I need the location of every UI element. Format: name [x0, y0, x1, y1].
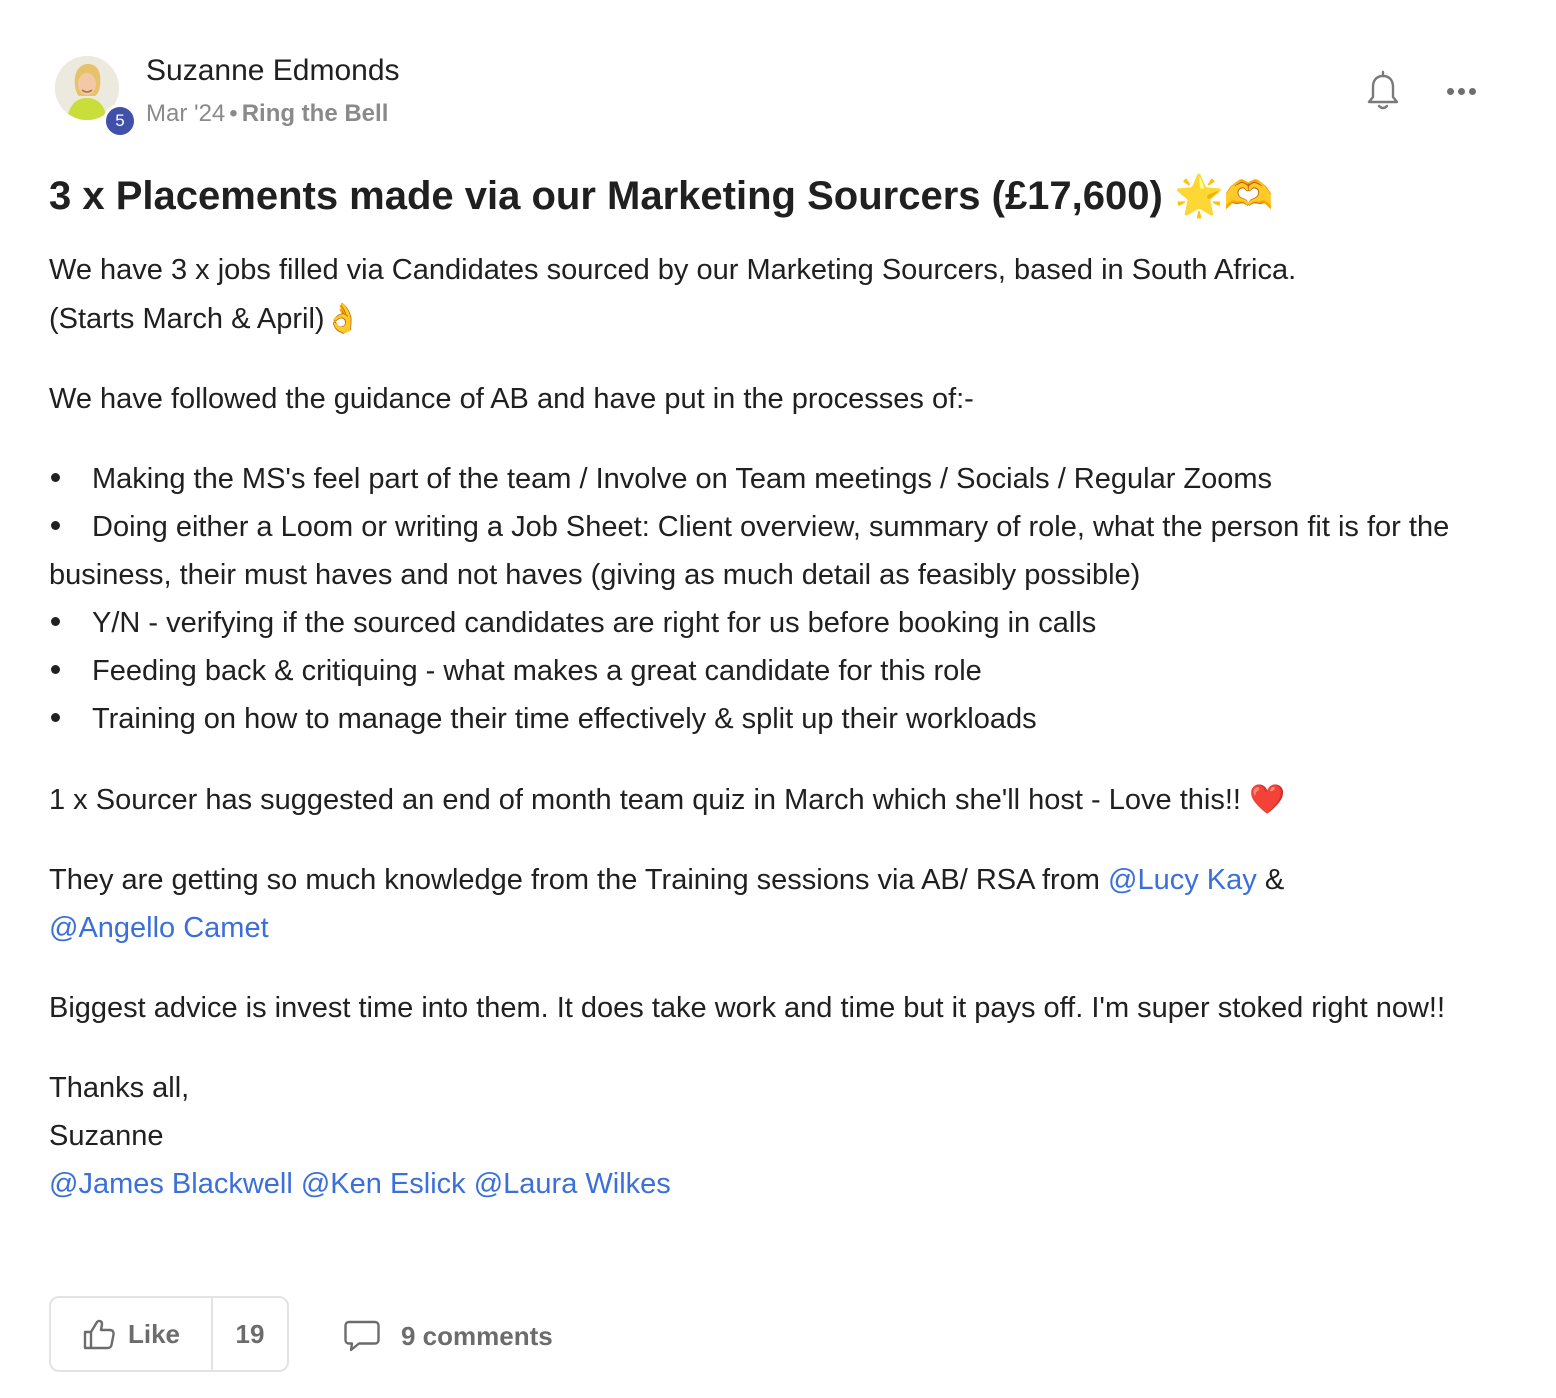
post-meta: Mar '24 • Ring the Bell [146, 100, 388, 128]
signoff-line-1: Thanks all, [49, 1072, 190, 1104]
ok-hand-emoji: 👌 [324, 301, 361, 335]
mention-laura-wilkes[interactable]: @Laura Wilkes [474, 1168, 671, 1200]
list-item-text: Doing either a Loom or writing a Job She… [49, 511, 1450, 591]
mention-james-blackwell[interactable]: @James Blackwell [49, 1168, 293, 1200]
more-icon[interactable] [1445, 78, 1485, 106]
level-badge: 5 [103, 104, 137, 138]
bell-icon[interactable] [1365, 70, 1401, 114]
paragraph-1: We have 3 x jobs filled via Candidates s… [49, 246, 1489, 343]
post-footer: Like 19 9 comments [49, 1296, 749, 1376]
comment-icon [344, 1320, 380, 1352]
like-box: Like 19 [49, 1296, 289, 1372]
list-item-text: Training on how to manage their time eff… [92, 703, 1037, 735]
like-count[interactable]: 19 [213, 1298, 287, 1370]
comments-link[interactable]: 9 comments [343, 1316, 553, 1356]
signoff: Thanks all, Suzanne @James Blackwell @Ke… [49, 1064, 1489, 1208]
like-label: Like [127, 1318, 181, 1349]
heart-emoji: ❤️ [1249, 782, 1286, 816]
paragraph-2: We have followed the guidance of AB and … [49, 383, 974, 415]
paragraph-3: 1 x Sourcer has suggested an end of mont… [49, 775, 1489, 824]
list-item: Doing either a Loom or writing a Job She… [49, 503, 1489, 599]
post-card: 5 Suzanne Edmonds Mar '24 • Ring the Bell … [49, 50, 1489, 1240]
meta-separator: • [229, 100, 238, 127]
paragraph-4: They are getting so much knowledge from … [49, 856, 1489, 952]
list-item: Training on how to manage their time eff… [49, 695, 1489, 743]
post-title: 3 x Placements made via our Marketing So… [49, 170, 1489, 222]
paragraph-4-amp: & [1264, 864, 1285, 896]
post-category[interactable]: Ring the Bell [242, 100, 389, 127]
title-emoji: 🌟🫶 [1173, 173, 1274, 219]
paragraph-1-line-1: We have 3 x jobs filled via Candidates s… [49, 254, 1297, 286]
post-body: We have 3 x jobs filled via Candidates s… [49, 246, 1489, 1208]
mention-angello-camet[interactable]: @Angello Camet [49, 912, 269, 944]
like-button[interactable]: Like [51, 1298, 213, 1370]
thumbs-up-icon [83, 1319, 115, 1350]
author-name[interactable]: Suzanne Edmonds [146, 54, 400, 88]
comments-label: 9 comments [401, 1320, 553, 1351]
signoff-line-2: Suzanne [49, 1120, 164, 1152]
paragraph-1-line-2: (Starts March & April) [49, 303, 325, 335]
list-item: Y/N - verifying if the sourced candidate… [49, 599, 1489, 647]
paragraph-3-text: 1 x Sourcer has suggested an end of mont… [49, 784, 1241, 816]
post-date[interactable]: Mar '24 [146, 100, 225, 127]
mention-lucy-kay[interactable]: @Lucy Kay [1108, 864, 1257, 896]
mention-ken-eslick[interactable]: @Ken Eslick [301, 1168, 466, 1200]
process-list: Making the MS's feel part of the team / … [49, 455, 1489, 743]
post-header: 5 Suzanne Edmonds Mar '24 • Ring the Bell [49, 50, 1489, 140]
post-title-text: 3 x Placements made via our Marketing So… [49, 174, 1163, 218]
list-item: Making the MS's feel part of the team / … [49, 455, 1489, 503]
list-item: Feeding back & critiquing - what makes a… [49, 647, 1489, 695]
paragraph-5: Biggest advice is invest time into them.… [49, 992, 1446, 1024]
paragraph-4-text: They are getting so much knowledge from … [49, 864, 1100, 896]
author-avatar-wrap[interactable]: 5 [55, 56, 137, 138]
list-item-text: Feeding back & critiquing - what makes a… [92, 655, 982, 687]
list-item-text: Making the MS's feel part of the team / … [92, 463, 1273, 495]
list-item-text: Y/N - verifying if the sourced candidate… [92, 607, 1097, 639]
